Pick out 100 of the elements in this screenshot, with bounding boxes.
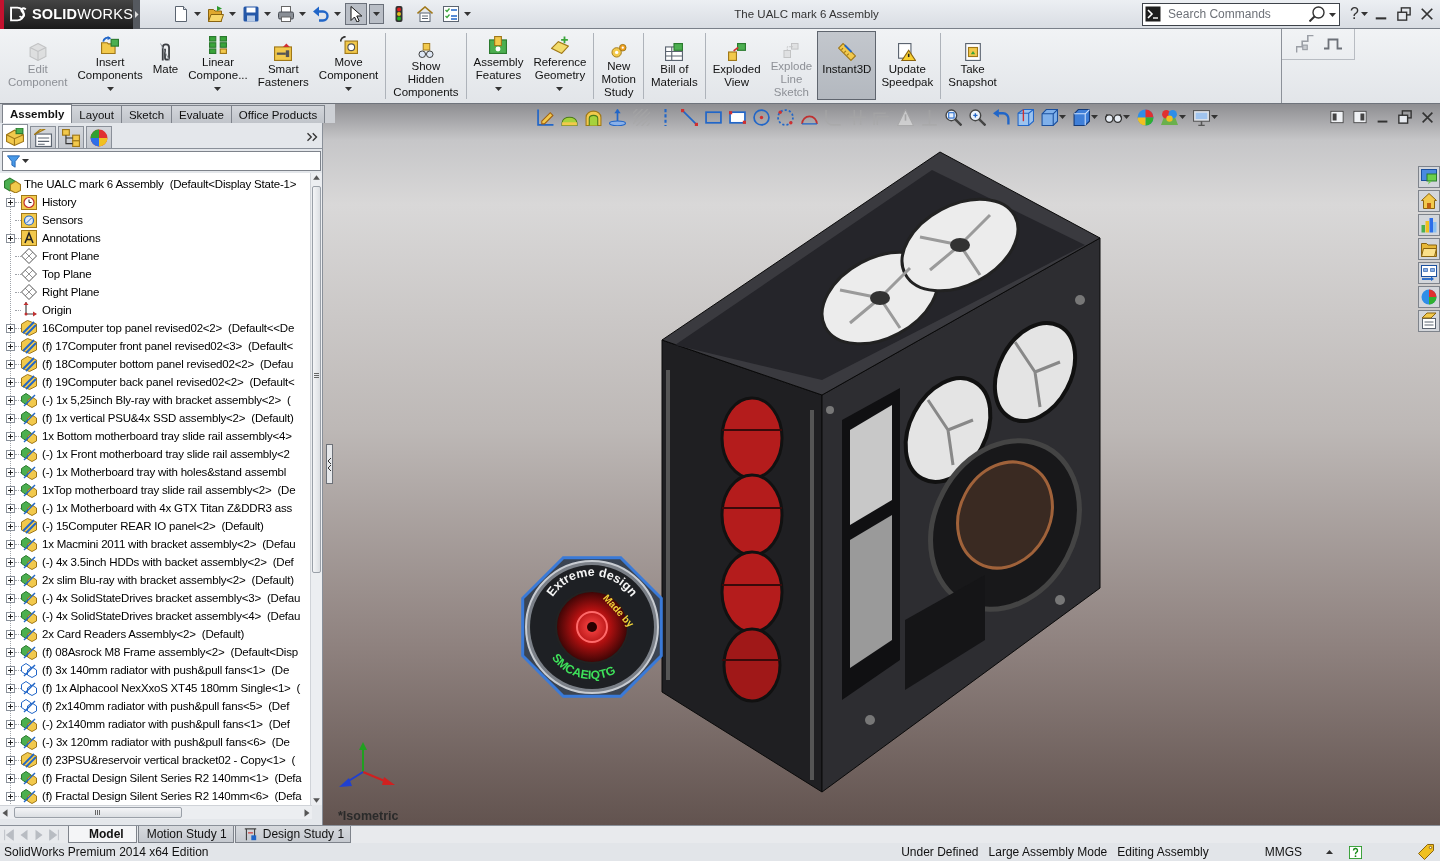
scroll-right-icon[interactable] [302, 807, 312, 818]
dropdown-caret-icon[interactable] [299, 12, 306, 16]
tree-item[interactable]: (-) 1x 5,25inch Bly-ray with bracket assembly<2> ( [42, 394, 291, 406]
custom-properties-icon[interactable] [1418, 310, 1440, 332]
tree-item[interactable]: (f) 1x vertical PSU&4x SSD assembly<2> (Default) [42, 412, 294, 424]
tree-item[interactable]: (f) Fractal Design Silent Series R2 140mm<1> (Defa [42, 772, 302, 784]
corner-rectangle-icon[interactable] [729, 108, 746, 126]
snapshot-button[interactable]: Take Snapshot [943, 31, 1002, 100]
tree-item[interactable]: (f) 18Computer bottom panel revised02<2> (Defau [42, 358, 294, 370]
circle-icon[interactable] [753, 108, 770, 126]
arch-icon[interactable] [585, 108, 602, 126]
open-folder-icon[interactable] [205, 3, 227, 25]
smart-fasteners-button[interactable]: Smart Fasteners [252, 31, 314, 100]
expand-toggle[interactable] [6, 377, 15, 387]
collapse-handle[interactable] [325, 444, 333, 484]
dropdown-caret-icon[interactable] [214, 87, 222, 91]
filter-icon[interactable] [7, 154, 20, 168]
line-icon[interactable] [681, 108, 698, 126]
tree-item[interactable]: 2x slim Blu-ray with bracket assembly<2> (Default) [42, 574, 294, 586]
dropdown-caret-icon[interactable] [1091, 115, 1098, 119]
dropdown-caret-icon[interactable] [345, 87, 353, 91]
tree-item[interactable]: (-) 15Computer REAR IO panel<2> (Default) [42, 520, 264, 532]
tree-item[interactable]: Annotations [42, 232, 101, 244]
home-icon[interactable] [1418, 190, 1440, 212]
bottom-tab[interactable]: Design Study 1 [234, 826, 352, 843]
expand-toggle[interactable] [6, 539, 15, 549]
assembly-features-button[interactable]: Assembly Features [468, 31, 529, 100]
insert-components-button[interactable]: Insert Components [72, 31, 148, 100]
expand-toggle[interactable] [6, 611, 15, 621]
dropdown-caret-icon[interactable] [334, 12, 341, 16]
rectangle-icon[interactable] [705, 108, 722, 126]
axis-arrow-icon[interactable] [609, 108, 626, 126]
linear-pattern-button[interactable]: Linear Compone... [183, 31, 253, 100]
speedpak-button[interactable]: Update Speedpak [876, 31, 939, 100]
reference-geometry-button[interactable]: Reference Geometry [528, 31, 592, 100]
tree-item[interactable]: 16Computer top panel revised02<2> (Default<<De [42, 322, 295, 334]
expand-toggle[interactable] [6, 521, 15, 531]
tree-item[interactable]: (f) Fractal Design Silent Series R2 140mm<6> (Defa [42, 790, 302, 802]
tree-item[interactable]: (-) 1x Motherboard tray with holes&stand assembl [42, 466, 287, 478]
help-button[interactable]: ? [1348, 5, 1361, 23]
dropdown-caret-icon[interactable] [494, 87, 502, 91]
expand-toggle[interactable] [6, 737, 15, 747]
back-arrow-icon[interactable] [993, 108, 1010, 126]
tree-item[interactable]: (-) 4x 3.5inch HDDs with backet assembly<2> (Def [42, 556, 294, 568]
units-selector[interactable]: MMGS [1264, 845, 1302, 859]
shaded-cube-icon[interactable] [1073, 108, 1090, 126]
zoom-in-icon[interactable] [969, 108, 986, 126]
restore-icon[interactable] [1398, 110, 1412, 124]
command-tab[interactable]: Sketch [120, 105, 173, 123]
close-icon[interactable] [1421, 110, 1434, 124]
expand-toggle[interactable] [6, 665, 15, 675]
tile-left-icon[interactable] [1330, 110, 1344, 124]
tree-item[interactable]: (-) 4x SolidStateDrives bracket assembly<4> (Defau [42, 610, 301, 622]
printer-icon[interactable] [275, 3, 297, 25]
expand-toggle[interactable] [6, 719, 15, 729]
folder-icon[interactable] [1418, 238, 1440, 260]
tree-item[interactable]: (f) 19Computer back panel revised02<2> (Default< [42, 376, 295, 388]
tree-item[interactable]: (f) 23PSU&reservoir vertical bracket02 - Copy<1> ( [42, 754, 296, 766]
tree-item[interactable]: (-) 4x SolidStateDrives bracket assembly<3> (Defau [42, 592, 301, 604]
expand-toggle[interactable] [6, 773, 15, 783]
monitor-icon[interactable] [1193, 108, 1210, 126]
dotted-circle-icon[interactable] [777, 108, 794, 126]
vertical-scrollbar[interactable] [310, 173, 322, 805]
view-palette-icon[interactable] [1418, 262, 1440, 284]
move-component-button[interactable]: Move Component [313, 31, 384, 100]
expand-toggle[interactable] [6, 323, 15, 333]
dropdown-caret-icon[interactable] [1329, 12, 1337, 17]
horizontal-scrollbar[interactable] [0, 805, 312, 819]
dropdown-caret-icon[interactable] [106, 87, 114, 91]
sketch-icon[interactable] [537, 108, 554, 126]
panel-tab[interactable] [2, 124, 28, 148]
expand-toggle[interactable] [6, 755, 15, 765]
command-tab[interactable]: Office Products [230, 105, 326, 123]
expand-toggle[interactable] [6, 791, 15, 801]
tree-item[interactable]: (f) 17Computer front panel revised02<3> (Default< [42, 340, 294, 352]
tree-item[interactable]: 1x Bottom motherboard tray slide rail assembly<4> [42, 430, 292, 442]
scrollbar-thumb[interactable] [312, 186, 321, 573]
screen-chat-icon[interactable] [1418, 166, 1440, 188]
tree-item[interactable]: 2x Card Readers Assembly<2> (Default) [42, 628, 245, 640]
expand-toggle[interactable] [6, 341, 15, 351]
dropdown-caret-icon[interactable] [194, 12, 201, 16]
expand-toggle[interactable] [6, 647, 15, 657]
tree-item[interactable]: 1x Macmini 2011 with bracket assembly<2> (Defau [42, 538, 296, 550]
dropdown-caret-icon[interactable] [464, 12, 471, 16]
command-tab[interactable]: Layout [71, 105, 122, 123]
dropdown-caret-icon[interactable] [1211, 115, 1218, 119]
expand-toggle[interactable] [6, 395, 15, 405]
bom-button[interactable]: Bill of Materials [646, 31, 703, 100]
expand-toggle[interactable] [6, 575, 15, 585]
tree-item[interactable]: (f) 1x Alphacool NexXxoS XT45 180mm Single<1> ( [42, 682, 301, 694]
dropdown-caret-icon[interactable] [1179, 115, 1186, 119]
bottom-tab[interactable]: Motion Study 1 [137, 826, 234, 843]
expand-toggle[interactable] [6, 359, 15, 369]
scroll-down-icon[interactable] [312, 796, 321, 805]
dropdown-caret-icon[interactable] [369, 4, 384, 24]
tree-item[interactable]: Origin [42, 304, 72, 316]
tree-item[interactable]: (-) 3x 120mm radiator with push&pull fans<6> (De [42, 736, 290, 748]
expand-toggle[interactable] [6, 197, 15, 207]
color-sphere-icon[interactable] [1137, 108, 1154, 126]
tree-item[interactable]: (f) 08Asrock M8 Frame assembly<2> (Default<Disp [42, 646, 298, 658]
